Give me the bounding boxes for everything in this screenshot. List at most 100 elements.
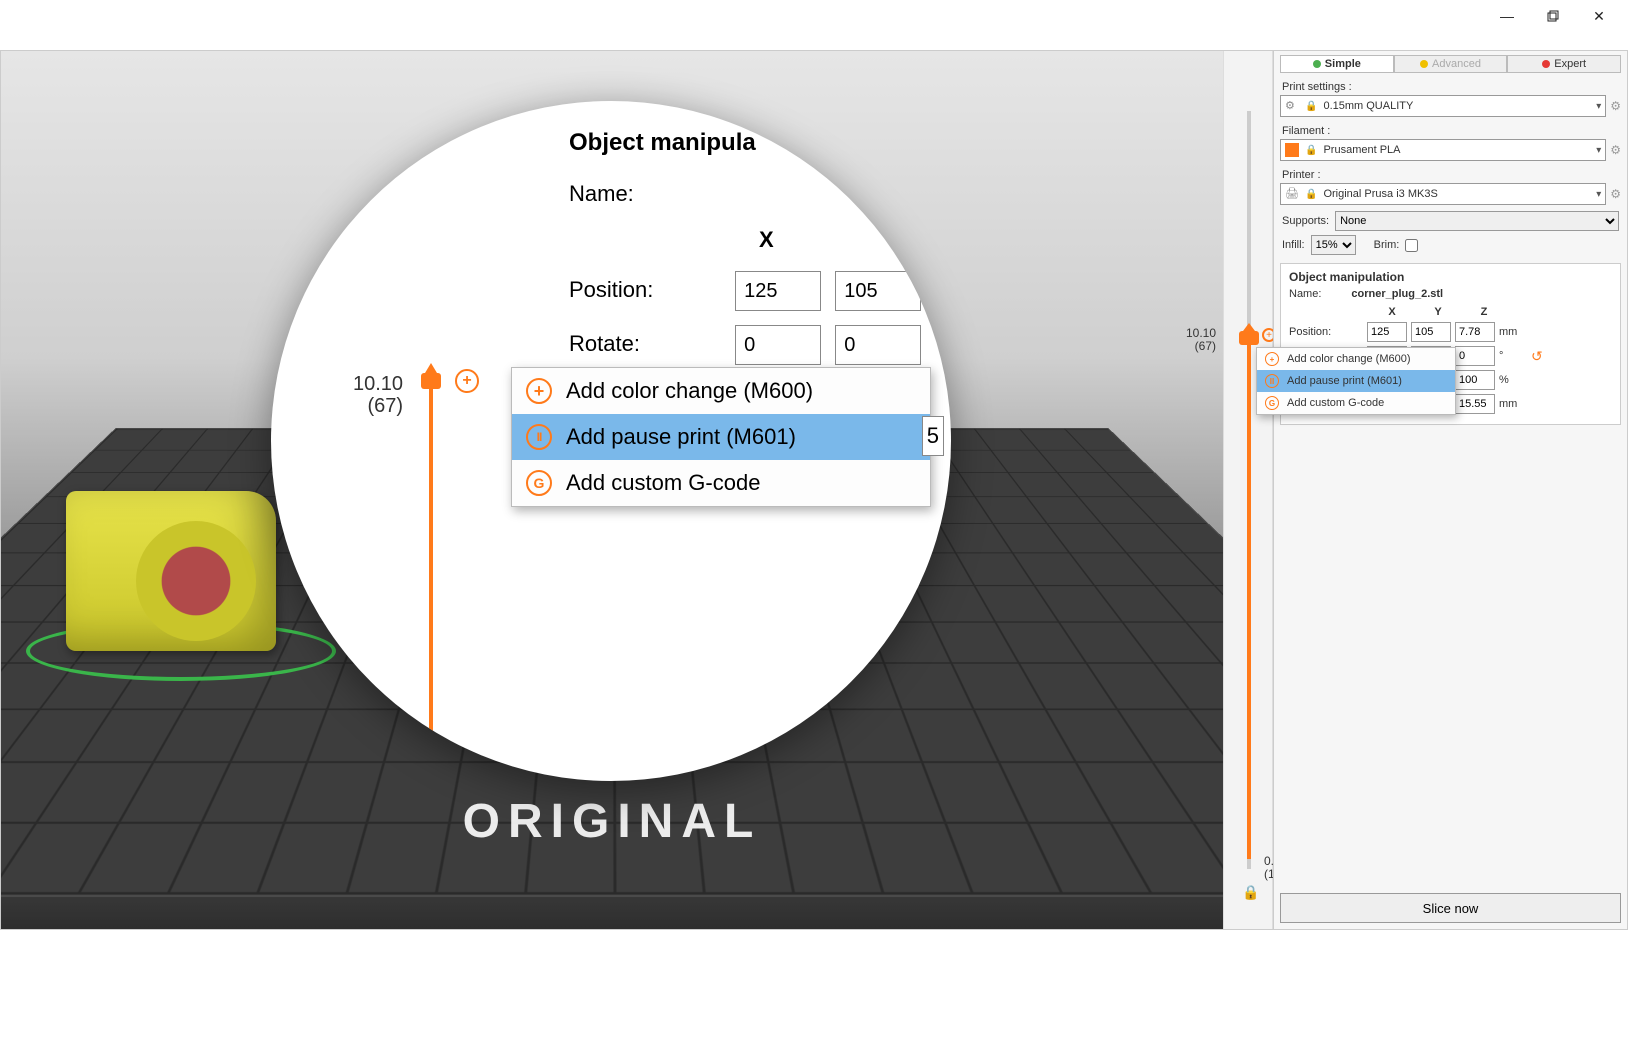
printer-icon: 🖨 [1285, 187, 1299, 201]
lock-icon: 🔒 [1305, 145, 1317, 156]
print-settings-value: 0.15mm QUALITY [1323, 100, 1413, 112]
printer-label: Printer : [1274, 165, 1627, 183]
pause-icon: II [1265, 374, 1279, 388]
om-rotate-unit: ° [1499, 350, 1523, 362]
brim-label: Brim: [1374, 239, 1400, 251]
om-position-x[interactable] [1367, 322, 1407, 342]
pause-icon [526, 424, 552, 450]
chevron-down-icon: ▾ [1596, 189, 1601, 200]
filament-combo[interactable]: 🔒 Prusament PLA ▾ [1280, 139, 1606, 161]
gcode-icon [526, 470, 552, 496]
dot-green-icon [1313, 60, 1321, 68]
menu-add-pause-print-small[interactable]: II Add pause print (M601) [1257, 370, 1455, 392]
window-minimize-button[interactable]: — [1484, 0, 1530, 32]
menu-add-color-change[interactable]: Add color change (M600) [512, 368, 930, 414]
chevron-down-icon: ▾ [1596, 145, 1601, 156]
filament-color-swatch [1285, 143, 1299, 157]
om-scale-z[interactable] [1455, 370, 1495, 390]
menu-item-label: Add custom G-code [1287, 397, 1384, 409]
model-infill-detail [136, 521, 256, 641]
lock-icon: 🔒 [1305, 101, 1317, 112]
infill-label: Infill: [1282, 239, 1305, 251]
filament-value: Prusament PLA [1323, 144, 1400, 156]
layer-slider-top-label: 10.10(67) [1186, 327, 1216, 353]
window-maximize-icon [1547, 10, 1559, 22]
menu-item-label: Add color change (M600) [1287, 353, 1411, 365]
name-value: corner_ [908, 181, 951, 207]
main-layout: ORIGINAL + 10.10 (67) Object manipula [0, 50, 1628, 930]
menu-item-label: Add pause print (M601) [1287, 375, 1402, 387]
om-scale-unit: % [1499, 374, 1523, 386]
mode-tabs: Simple Advanced Expert [1274, 51, 1627, 77]
menu-add-custom-gcode[interactable]: Add custom G-code [512, 460, 930, 506]
layer-context-menu: + Add color change (M600) II Add pause p… [1256, 347, 1456, 415]
window-close-button[interactable]: ✕ [1576, 0, 1622, 32]
menu-add-color-change-small[interactable]: + Add color change (M600) [1257, 348, 1455, 370]
print-settings-label: Print settings : [1274, 77, 1627, 95]
rotate-row-zoom: Rotate: [569, 325, 929, 365]
object-manipulation-title: Object manipulation [1289, 270, 1612, 284]
dot-yellow-icon [1420, 60, 1428, 68]
om-rotate-z[interactable] [1455, 346, 1495, 366]
position-y-input-zoom[interactable] [835, 271, 921, 311]
om-position-y[interactable] [1411, 322, 1451, 342]
window-titlebar: — ✕ [0, 0, 1628, 32]
position-label: Position: [569, 277, 729, 303]
mode-tab-expert[interactable]: Expert [1507, 55, 1621, 73]
layer-slider-lock-icon[interactable]: 🔒 [1242, 884, 1259, 901]
menu-add-custom-gcode-small[interactable]: G Add custom G-code [1257, 392, 1455, 414]
edit-preset-icon[interactable]: ⚙ [1610, 99, 1621, 113]
scale-factor-peek: 5 [922, 416, 944, 456]
slider-track [429, 381, 433, 731]
name-label: Name: [569, 181, 634, 207]
menu-item-label: Add custom G-code [566, 470, 760, 496]
printer-value: Original Prusa i3 MK3S [1323, 188, 1437, 200]
reset-rotation-icon[interactable]: ↺ [1531, 348, 1543, 365]
filament-label: Filament : [1274, 121, 1627, 139]
mode-tab-advanced[interactable]: Advanced [1394, 55, 1508, 73]
dot-red-icon [1542, 60, 1550, 68]
om-size-z[interactable] [1455, 394, 1495, 414]
position-x-input-zoom[interactable] [735, 271, 821, 311]
rotate-y-input-zoom[interactable] [835, 325, 921, 365]
om-position-z[interactable] [1455, 322, 1495, 342]
window-maximize-button[interactable] [1530, 0, 1576, 32]
plus-icon: + [1265, 352, 1279, 366]
supports-select[interactable]: None [1335, 211, 1619, 231]
rotate-x-input-zoom[interactable] [735, 325, 821, 365]
edit-preset-icon[interactable]: ⚙ [1610, 143, 1621, 157]
viewport-3d[interactable]: ORIGINAL + 10.10 (67) Object manipula [1, 51, 1223, 929]
om-size-unit: mm [1499, 398, 1523, 410]
om-position-row: Position: mm [1289, 322, 1612, 342]
layer-slider-zoom[interactable]: + 10.10 (67) [411, 251, 451, 731]
gcode-icon: G [1265, 396, 1279, 410]
mode-tab-simple[interactable]: Simple [1280, 55, 1394, 73]
bed-brand-label: ORIGINAL [463, 794, 762, 849]
om-axis-headers: X Y Z [1369, 306, 1612, 318]
layer-slider-top-thumb[interactable] [1239, 331, 1259, 345]
layer-context-menu-zoom: Add color change (M600) Add pause print … [511, 367, 931, 507]
add-marker-icon[interactable]: + [455, 369, 479, 393]
model-body [66, 491, 276, 651]
layer-slider[interactable]: 10.10(67) 0.20(1) 🔒 [1223, 51, 1273, 929]
brim-checkbox[interactable] [1405, 239, 1418, 252]
slice-now-button[interactable]: Slice now [1280, 893, 1621, 923]
menu-add-pause-print[interactable]: Add pause print (M601) [512, 414, 930, 460]
print-settings-combo[interactable]: ⚙ 🔒 0.15mm QUALITY ▾ [1280, 95, 1606, 117]
slider-thumb-top[interactable] [421, 373, 441, 389]
gear-icon: ⚙ [1285, 99, 1299, 113]
infill-select[interactable]: 15% [1311, 235, 1356, 255]
right-panel: Simple Advanced Expert Print settings : … [1273, 51, 1627, 929]
om-name-value: corner_plug_2.stl [1351, 288, 1443, 300]
position-row-zoom: Position: [569, 271, 929, 311]
om-name-label: Name: [1289, 288, 1321, 300]
slice-row: Slice now [1274, 887, 1627, 929]
slider-top-label: 10.10 (67) [353, 373, 403, 417]
menu-item-label: Add pause print (M601) [566, 424, 796, 450]
edit-preset-icon[interactable]: ⚙ [1610, 187, 1621, 201]
axis-x-label-zoom: X [759, 227, 774, 253]
menu-item-label: Add color change (M600) [566, 378, 813, 404]
object-manipulation-title-zoom: Object manipula [569, 129, 756, 157]
printer-combo[interactable]: 🖨 🔒 Original Prusa i3 MK3S ▾ [1280, 183, 1606, 205]
om-position-unit: mm [1499, 326, 1523, 338]
